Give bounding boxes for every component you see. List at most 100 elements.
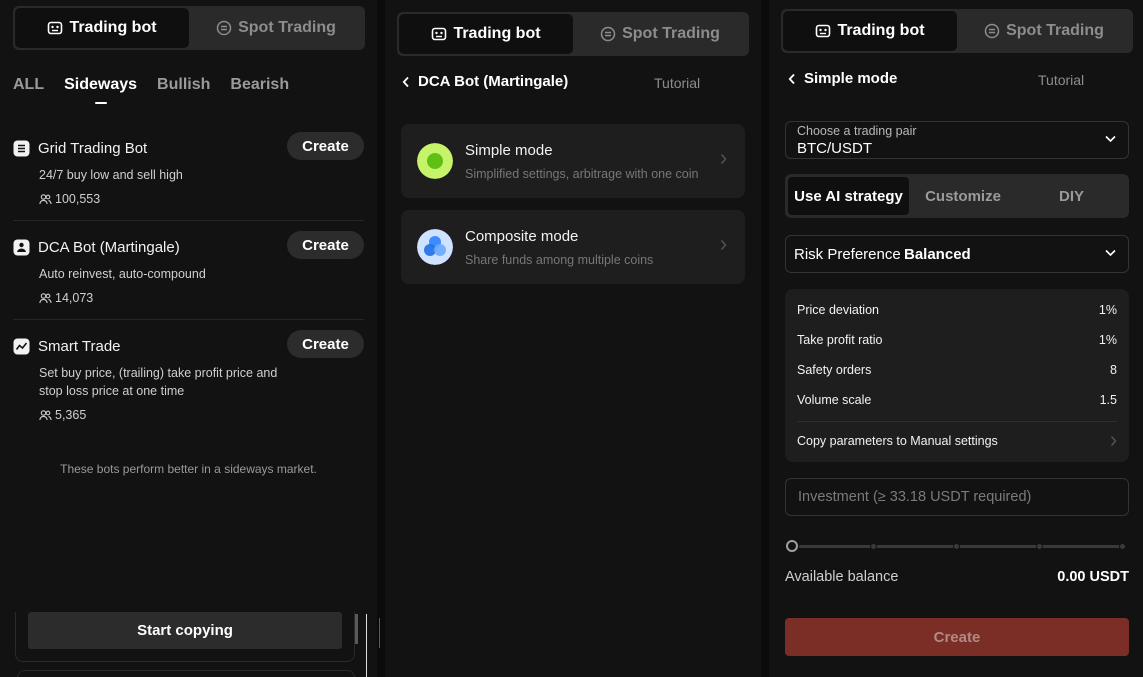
chevron-right-icon <box>720 154 727 164</box>
smart-trade-icon <box>13 338 30 355</box>
bot-list-panel: Trading bot Spot Trading ALL Sideways Bu… <box>0 0 377 677</box>
back-header[interactable]: DCA Bot (Martingale) <box>402 73 568 90</box>
tab-spot-trading[interactable]: Spot Trading <box>957 11 1131 51</box>
create-dca-bot-button[interactable]: Create <box>287 231 364 259</box>
param-row: Volume scale 1.5 <box>797 393 1117 413</box>
tab-spot-trading[interactable]: Spot Trading <box>573 14 747 54</box>
slider-track <box>799 545 1125 548</box>
tab-spot-trading[interactable]: Spot Trading <box>189 8 363 48</box>
tab-ai-strategy[interactable]: Use AI strategy <box>788 177 909 215</box>
scrollbar-thumb[interactable] <box>355 614 358 644</box>
next-card <box>17 670 355 677</box>
mode-subtitle: Share funds among multiple coins <box>465 253 654 267</box>
bot-users-count: 14,073 <box>55 291 94 305</box>
investment-input[interactable]: Investment (≥ 33.18 USDT required) <box>785 478 1129 516</box>
mode-title: Composite mode <box>465 228 579 245</box>
sideways-note: These bots perform better in a sideways … <box>60 462 317 476</box>
slider-step-100[interactable] <box>1119 543 1126 550</box>
create-grid-bot-button[interactable]: Create <box>287 132 364 160</box>
tab-customize[interactable]: Customize <box>909 177 1017 215</box>
swap-icon <box>984 23 1000 39</box>
ai-parameters-card: Price deviation 1% Take profit ratio 1% … <box>785 289 1129 462</box>
chevron-right-icon <box>1110 436 1117 446</box>
chevron-left-icon <box>788 73 795 84</box>
bot-users-count: 5,365 <box>55 408 87 422</box>
tab-spot-trading-label: Spot Trading <box>622 25 720 42</box>
page-title: Simple mode <box>804 70 898 87</box>
tutorial-link[interactable]: Tutorial <box>1038 72 1084 88</box>
bot-desc: Auto reinvest, auto-compound <box>39 267 206 281</box>
slider-step-50[interactable] <box>953 543 960 550</box>
top-toggle: Trading bot Spot Trading <box>13 6 365 50</box>
tutorial-link[interactable]: Tutorial <box>654 75 700 91</box>
trading-pair-value: BTC/USDT <box>797 140 872 157</box>
risk-value: Balanced <box>904 246 971 263</box>
trading-pair-label: Choose a trading pair <box>797 124 917 138</box>
mode-title: Simple mode <box>465 142 553 159</box>
tab-trading-bot[interactable]: Trading bot <box>783 11 957 51</box>
bot-users-count: 100,553 <box>55 192 101 206</box>
available-balance-row: Available balance 0.00 USDT <box>785 569 1129 585</box>
tab-trading-bot-label: Trading bot <box>453 25 541 42</box>
simple-mode-panel: Trading bot Spot Trading Simple mode Tut… <box>769 0 1143 677</box>
dca-bot-icon <box>13 239 30 256</box>
param-value: 1% <box>1098 333 1117 347</box>
param-row: Safety orders 8 <box>797 363 1117 383</box>
param-label: Price deviation <box>797 303 879 317</box>
back-header[interactable]: Simple mode <box>788 70 897 87</box>
robot-icon <box>432 27 447 41</box>
tab-diy[interactable]: DIY <box>1017 177 1126 215</box>
investment-slider[interactable] <box>786 540 1126 552</box>
filter-sideways[interactable]: Sideways <box>64 76 137 104</box>
bot-name: Grid Trading Bot <box>38 140 148 157</box>
market-filter-tabs: ALL Sideways Bullish Bearish <box>13 76 289 104</box>
filter-bullish[interactable]: Bullish <box>157 76 210 98</box>
users-icon <box>39 409 52 420</box>
chevron-down-icon <box>1105 249 1116 257</box>
divider <box>13 220 364 221</box>
trading-pair-select[interactable]: Choose a trading pair BTC/USDT <box>785 121 1129 159</box>
tab-spot-trading-label: Spot Trading <box>238 19 336 36</box>
composite-mode-card[interactable]: Composite mode Share funds among multipl… <box>401 210 745 284</box>
slider-step-75[interactable] <box>1036 543 1043 550</box>
chevron-left-icon <box>402 76 409 87</box>
users-icon <box>39 292 52 303</box>
tab-spot-trading-label: Spot Trading <box>1006 22 1104 39</box>
risk-label: Risk Preference <box>794 246 901 263</box>
slider-handle[interactable] <box>786 540 798 552</box>
risk-preference-select[interactable]: Risk Preference Balanced <box>785 235 1129 273</box>
text-cursor-line <box>366 614 367 677</box>
mode-subtitle: Simplified settings, arbitrage with one … <box>465 167 699 181</box>
tab-trading-bot[interactable]: Trading bot <box>399 14 573 54</box>
param-row: Take profit ratio 1% <box>797 333 1117 353</box>
dca-mode-panel: Trading bot Spot Trading DCA Bot (Martin… <box>385 0 761 677</box>
bot-name: DCA Bot (Martingale) <box>38 239 180 256</box>
create-smart-trade-button[interactable]: Create <box>287 330 364 358</box>
investment-placeholder: Investment (≥ 33.18 USDT required) <box>798 489 1032 505</box>
red-edge-mark <box>379 618 382 648</box>
chevron-right-icon <box>720 240 727 250</box>
start-copying-button[interactable]: Start copying <box>28 612 342 649</box>
simple-mode-card[interactable]: Simple mode Simplified settings, arbitra… <box>401 124 745 198</box>
grid-bot-icon <box>13 140 30 157</box>
create-button[interactable]: Create <box>785 618 1129 656</box>
param-label: Volume scale <box>797 393 872 407</box>
copy-params-link[interactable]: Copy parameters to Manual settings <box>797 434 1117 448</box>
bot-desc: Set buy price, (trailing) take profit pr… <box>39 366 278 398</box>
composite-mode-icon <box>417 229 453 265</box>
slider-step-25[interactable] <box>870 543 877 550</box>
param-row: Price deviation 1% <box>797 303 1117 323</box>
filter-all[interactable]: ALL <box>13 76 44 98</box>
filter-bearish[interactable]: Bearish <box>230 76 289 98</box>
divider <box>13 319 364 320</box>
available-balance-label: Available balance <box>785 569 899 585</box>
swap-icon <box>600 26 616 42</box>
param-label: Safety orders <box>797 363 872 377</box>
page-title: DCA Bot (Martingale) <box>418 73 569 90</box>
tab-trading-bot[interactable]: Trading bot <box>15 8 189 48</box>
top-toggle: Trading bot Spot Trading <box>781 9 1133 53</box>
bot-card-grid: Grid Trading Bot 24/7 buy low and sell h… <box>13 132 364 208</box>
bot-card-dca: DCA Bot (Martingale) Auto reinvest, auto… <box>13 231 364 307</box>
simple-mode-icon <box>417 143 453 179</box>
param-value: 8 <box>1110 363 1117 377</box>
